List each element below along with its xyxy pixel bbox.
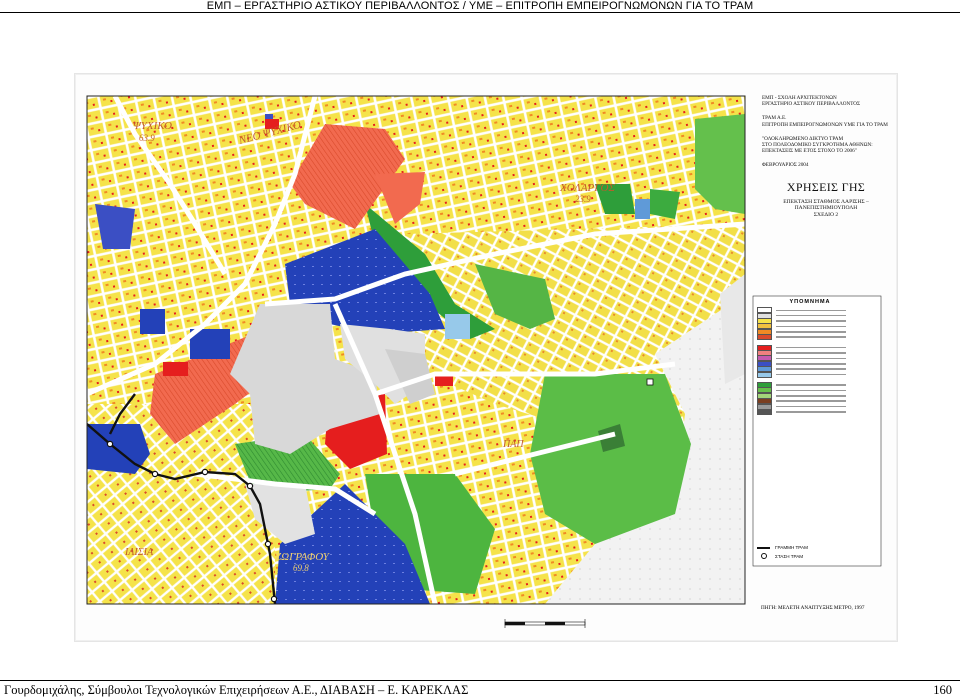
legend-entry-text bbox=[776, 309, 846, 312]
legend-entry-text bbox=[776, 389, 846, 392]
legend-row bbox=[757, 334, 863, 341]
map-date: ΦΕΒΡΟΥΑΡΙΟΣ 2004 bbox=[762, 162, 809, 169]
tram-line-symbol bbox=[757, 546, 770, 549]
map-heading: ΧΡΗΣΕΙΣ ΓΗΣ bbox=[786, 179, 866, 194]
map-marker bbox=[646, 378, 654, 386]
label-psychiko: ΨΥΧΙΚΟ bbox=[133, 120, 172, 132]
legend-entry-text bbox=[776, 411, 846, 413]
legend-entry-text bbox=[776, 373, 846, 376]
legend-swatch bbox=[757, 408, 772, 415]
legend-entry-text bbox=[776, 405, 846, 408]
legend-row bbox=[757, 392, 863, 399]
legend-row bbox=[757, 387, 863, 394]
legend-row bbox=[757, 360, 863, 367]
map-title-block: ΕΜΠ - ΣΧΟΛΗ ΑΡΧΙΤΕΚΤΟΝΩΝ ΕΡΓΑΣΤΗΡΙΟ ΑΣΤΙ… bbox=[762, 95, 890, 219]
legend-tram-stop-label: ΣΤΑΣΗ ΤΡΑΜ bbox=[775, 553, 804, 559]
label-zografou-code: 69.8 bbox=[293, 563, 309, 573]
legend-row bbox=[757, 307, 863, 314]
legend-row bbox=[757, 408, 863, 415]
legend-row bbox=[757, 403, 863, 410]
blue-block-3 bbox=[140, 309, 165, 334]
label-zografou: ΖΩΓΡΑΦΟΥ bbox=[275, 551, 331, 563]
legend-tram-line: ΓΡΑΜΜΗ ΤΡΑΜ bbox=[757, 545, 808, 550]
legend-entry-text bbox=[776, 400, 846, 402]
legend-row bbox=[757, 328, 863, 335]
legend-row bbox=[757, 381, 863, 388]
client-line-2: ΕΠΙΤΡΟΠΗ ΕΜΠΕΙΡΟΓΝΩΜΟΝΩΝ ΥΜΕ ΓΙΑ ΤΟ ΤΡΑΜ bbox=[762, 121, 888, 128]
label-ilisia: ΙΛΙΣΙΑ bbox=[124, 547, 154, 558]
legend-entry-text bbox=[776, 394, 846, 397]
legend-entry-text bbox=[776, 357, 846, 360]
legend-entry-text bbox=[776, 363, 846, 365]
legend-entry-text bbox=[776, 331, 846, 333]
label-cholargos-code: 23.9 bbox=[575, 194, 591, 204]
legend-entry-text bbox=[776, 384, 846, 386]
legend-row bbox=[757, 323, 863, 330]
label-psychiko-code: 63.9 bbox=[139, 133, 155, 143]
legend-entry-text bbox=[776, 325, 846, 328]
map-legend: ΥΠΟΜΝΗΜΑ ΓΡΑΜΜΗ ΤΡΑΜ ΣΤΑΣΗ ΤΡΑΜ bbox=[757, 299, 863, 564]
legend-entry-text bbox=[776, 368, 846, 370]
legend-row bbox=[757, 366, 863, 373]
legend-row bbox=[757, 371, 863, 378]
header-divider bbox=[0, 12, 960, 13]
map-subtitle-3: ΣΧΕΔΙΟ 2 bbox=[813, 212, 839, 219]
blue-block-5 bbox=[445, 314, 470, 339]
blue-block-6 bbox=[265, 114, 273, 119]
land-use-map-sheet: ΨΥΧΙΚΟ 63.9 ΝΕΟ ΨΥΧΙΚΟ ΧΟΛΑΡΓΟΣ 23.9 ΖΩΓ… bbox=[74, 73, 898, 642]
legend-entry-text bbox=[776, 352, 846, 354]
legend-tram-line-label: ΓΡΑΜΜΗ ΤΡΑΜ bbox=[775, 545, 808, 550]
legend-tram-stop: ΣΤΑΣΗ ΤΡΑΜ bbox=[757, 553, 803, 559]
scale-bar bbox=[504, 619, 586, 628]
footer-divider bbox=[0, 680, 960, 681]
legend-entry-text bbox=[776, 314, 846, 317]
page-header: ΕΜΠ – ΕΡΓΑΣΤΗΡΙΟ ΑΣΤΙΚΟΥ ΠΕΡΙΒΑΛΛΟΝΤΟΣ /… bbox=[206, 0, 754, 12]
page-number: 160 bbox=[933, 683, 952, 697]
legend-row bbox=[757, 312, 863, 319]
map-subtitle-2: ΠΑΝΕΠΙΣΤΗΜΙΟΥΠΟΛΗ bbox=[794, 205, 858, 212]
legend-entry-text bbox=[776, 320, 846, 322]
legend-row bbox=[757, 398, 863, 405]
legend-entry-text bbox=[776, 336, 846, 339]
legend-rows bbox=[757, 307, 863, 420]
legend-entry-text bbox=[776, 346, 846, 349]
legend-swatch bbox=[757, 334, 772, 341]
legend-row bbox=[757, 355, 863, 362]
label-papagou: ΠΑΠ bbox=[502, 439, 524, 450]
legend-row bbox=[757, 344, 863, 351]
map-subtitle-1: ΕΠΕΚΤΑΣΗ ΣΤΑΘΜΟΣ ΛΑΡΙΣΗΣ – bbox=[783, 198, 869, 205]
source-note: ΠΗΓΗ: ΜΕΛΕΤΗ ΑΝΑΠΤΥΞΗΣ ΜΕΤΡΟ, 1997 bbox=[761, 605, 865, 611]
red-block-3 bbox=[163, 362, 188, 376]
legend-swatch bbox=[757, 371, 772, 378]
legend-row bbox=[757, 318, 863, 325]
label-cholargos: ΧΟΛΑΡΓΟΣ bbox=[559, 182, 615, 194]
footer-credits: Γουρδομιχάλης, Σύμβουλοι Τεχνολογικών Επ… bbox=[4, 683, 469, 697]
legend-row bbox=[757, 350, 863, 357]
tram-stop-symbol bbox=[761, 553, 767, 559]
legend-title: ΥΠΟΜΝΗΜΑ bbox=[789, 299, 831, 305]
blue-block-4 bbox=[635, 199, 650, 219]
green-small-2 bbox=[650, 189, 680, 219]
